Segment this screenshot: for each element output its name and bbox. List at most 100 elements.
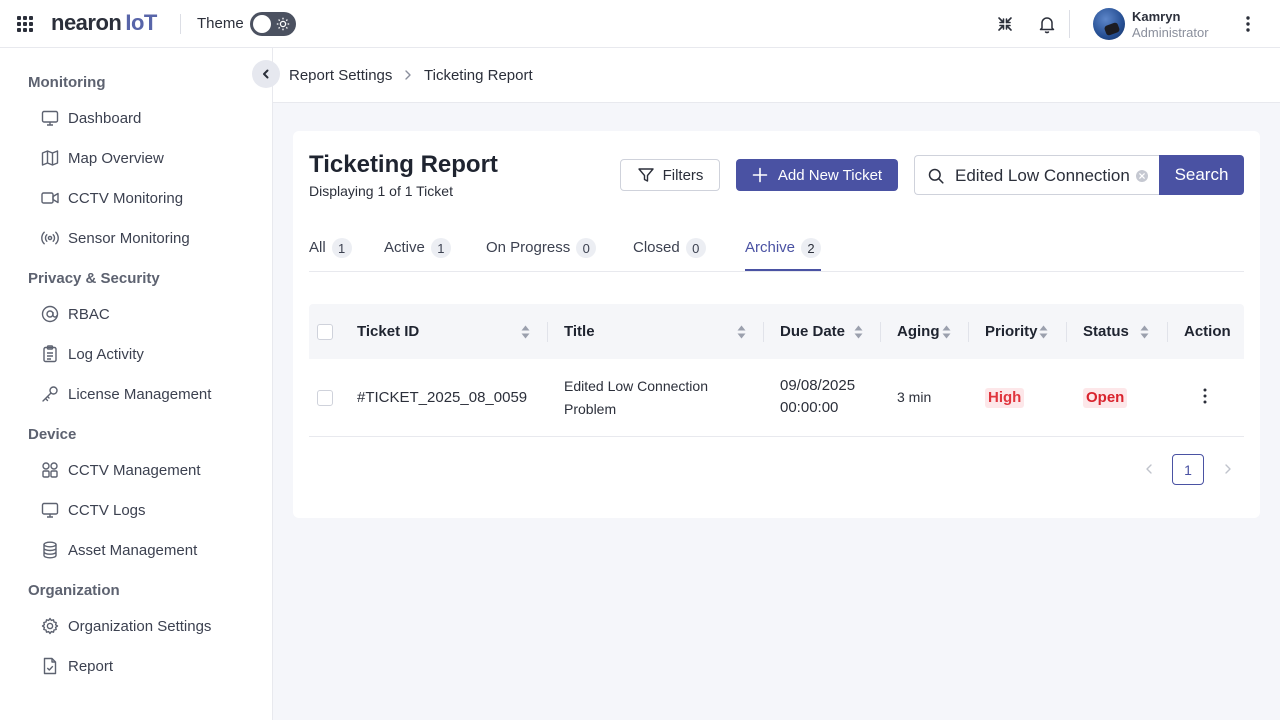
cell-ticket-id: #TICKET_2025_08_0059 <box>357 389 528 406</box>
sidebar-item-license-management[interactable]: License Management <box>40 382 211 406</box>
tab-on-progress[interactable]: On Progress 0 <box>486 235 597 271</box>
chevron-left-icon <box>263 69 269 79</box>
cell-title-line: Problem <box>564 401 617 417</box>
bell-icon[interactable] <box>1037 14 1057 34</box>
sidebar-item-label: Dashboard <box>68 109 142 127</box>
cell-title: Edited Low Connection Problem <box>564 375 708 421</box>
table-header: Ticket ID Title Due Date Aging Priority … <box>309 304 1244 359</box>
search-box <box>914 155 1159 195</box>
sidebar-item-log-activity[interactable]: Log Activity <box>40 342 144 366</box>
ticketing-report-card: Ticketing Report Displaying 1 of 1 Ticke… <box>293 131 1260 518</box>
plus-icon <box>752 167 768 183</box>
tab-active[interactable]: Active 1 <box>384 235 451 271</box>
more-vertical-icon[interactable] <box>1240 14 1256 34</box>
tab-count: 1 <box>430 238 451 258</box>
sort-icon[interactable] <box>942 325 951 339</box>
sidebar-section-monitoring: Monitoring <box>28 74 106 91</box>
tab-count: 1 <box>331 238 352 258</box>
signal-icon <box>41 231 59 245</box>
app-logo[interactable]: nearon IoT <box>51 10 157 36</box>
chevron-right-icon <box>405 70 411 80</box>
search-input[interactable] <box>955 164 1133 188</box>
column-header-status[interactable]: Status <box>1083 323 1129 340</box>
grid-icon <box>42 462 58 478</box>
search-icon <box>928 168 944 184</box>
sidebar-collapse-button[interactable] <box>252 60 280 88</box>
sun-icon <box>276 17 290 31</box>
sidebar-item-dashboard[interactable]: Dashboard <box>40 106 141 130</box>
column-divider <box>1167 322 1168 342</box>
sidebar-item-cctv-management[interactable]: CCTV Management <box>40 458 201 482</box>
header-divider <box>180 14 181 34</box>
tab-label: Active <box>384 239 425 256</box>
avatar[interactable] <box>1093 8 1125 40</box>
page-title: Ticketing Report <box>309 151 498 178</box>
cell-due-date-value: 09/08/2025 <box>780 377 856 394</box>
row-checkbox[interactable] <box>317 390 333 406</box>
add-new-ticket-button[interactable]: Add New Ticket <box>736 159 898 191</box>
add-new-ticket-label: Add New Ticket <box>777 166 883 184</box>
sidebar-item-label: Map Overview <box>68 149 164 167</box>
monitor-icon <box>41 502 59 518</box>
theme-toggle[interactable] <box>250 12 296 36</box>
page-subtitle: Displaying 1 of 1 Ticket <box>309 183 453 199</box>
gear-icon <box>41 617 59 635</box>
logo-main: nearon <box>51 10 122 35</box>
collapse-arrows-icon[interactable] <box>995 14 1015 34</box>
sidebar: Monitoring Dashboard Map Overview CCTV M… <box>0 48 273 720</box>
column-header-due-date[interactable]: Due Date <box>780 323 845 340</box>
sort-icon[interactable] <box>854 325 863 339</box>
tab-count: 0 <box>685 238 706 258</box>
table-row[interactable]: #TICKET_2025_08_0059 Edited Low Connecti… <box>309 359 1244 437</box>
tab-all[interactable]: All 1 <box>309 235 352 271</box>
sidebar-item-map-overview[interactable]: Map Overview <box>40 146 164 170</box>
cell-due-time-value: 00:00:00 <box>780 399 839 416</box>
column-header-ticket-id[interactable]: Ticket ID <box>357 323 419 340</box>
breadcrumb-parent[interactable]: Report Settings <box>289 67 392 84</box>
sidebar-item-rbac[interactable]: RBAC <box>40 302 110 326</box>
sidebar-section-device: Device <box>28 426 77 443</box>
breadcrumb-current: Ticketing Report <box>424 67 533 84</box>
pagination-page-1[interactable]: 1 <box>1172 454 1204 485</box>
sort-icon[interactable] <box>737 325 746 339</box>
tab-count: 2 <box>801 238 822 258</box>
filter-icon <box>637 168 654 182</box>
sort-icon[interactable] <box>1039 325 1048 339</box>
column-header-priority[interactable]: Priority <box>985 323 1038 340</box>
select-all-checkbox[interactable] <box>317 324 333 340</box>
sidebar-item-organization-settings[interactable]: Organization Settings <box>40 614 211 638</box>
column-header-aging[interactable]: Aging <box>897 323 940 340</box>
sort-icon[interactable] <box>1140 325 1149 339</box>
sort-icon[interactable] <box>521 325 530 339</box>
clipboard-icon <box>43 345 57 363</box>
column-divider <box>763 322 764 342</box>
header-divider <box>1069 10 1070 38</box>
status-badge: Open <box>1083 388 1128 408</box>
cell-due-date: 09/08/2025 00:00:00 <box>780 375 855 419</box>
column-header-action: Action <box>1184 323 1231 340</box>
filters-label: Filters <box>662 166 704 184</box>
sidebar-item-label: Asset Management <box>68 541 198 559</box>
apps-grid-icon[interactable] <box>17 16 33 32</box>
sidebar-item-label: Log Activity <box>68 345 144 363</box>
tab-closed[interactable]: Closed 0 <box>633 235 706 271</box>
sidebar-item-report[interactable]: Report <box>40 654 113 678</box>
sidebar-item-sensor-monitoring[interactable]: Sensor Monitoring <box>40 226 190 250</box>
search-button[interactable]: Search <box>1159 155 1244 195</box>
tab-label: All <box>309 239 326 256</box>
clear-icon[interactable] <box>1135 169 1149 183</box>
tab-archive[interactable]: Archive 2 <box>745 235 822 271</box>
sidebar-item-label: Sensor Monitoring <box>68 229 190 247</box>
column-header-title[interactable]: Title <box>564 323 595 340</box>
sidebar-item-label: License Management <box>68 385 212 403</box>
filters-button[interactable]: Filters <box>620 159 720 191</box>
database-icon <box>43 541 57 559</box>
sidebar-item-asset-management[interactable]: Asset Management <box>40 538 197 562</box>
sidebar-item-cctv-logs[interactable]: CCTV Logs <box>40 498 146 522</box>
pagination-next-icon[interactable] <box>1221 462 1235 476</box>
pagination-prev-icon[interactable] <box>1142 462 1156 476</box>
sidebar-item-cctv-monitoring[interactable]: CCTV Monitoring <box>40 186 183 210</box>
more-vertical-icon[interactable] <box>1199 387 1211 405</box>
file-check-icon <box>43 657 57 675</box>
top-bar: nearon IoT Theme Kamryn Administrator <box>0 0 1280 48</box>
